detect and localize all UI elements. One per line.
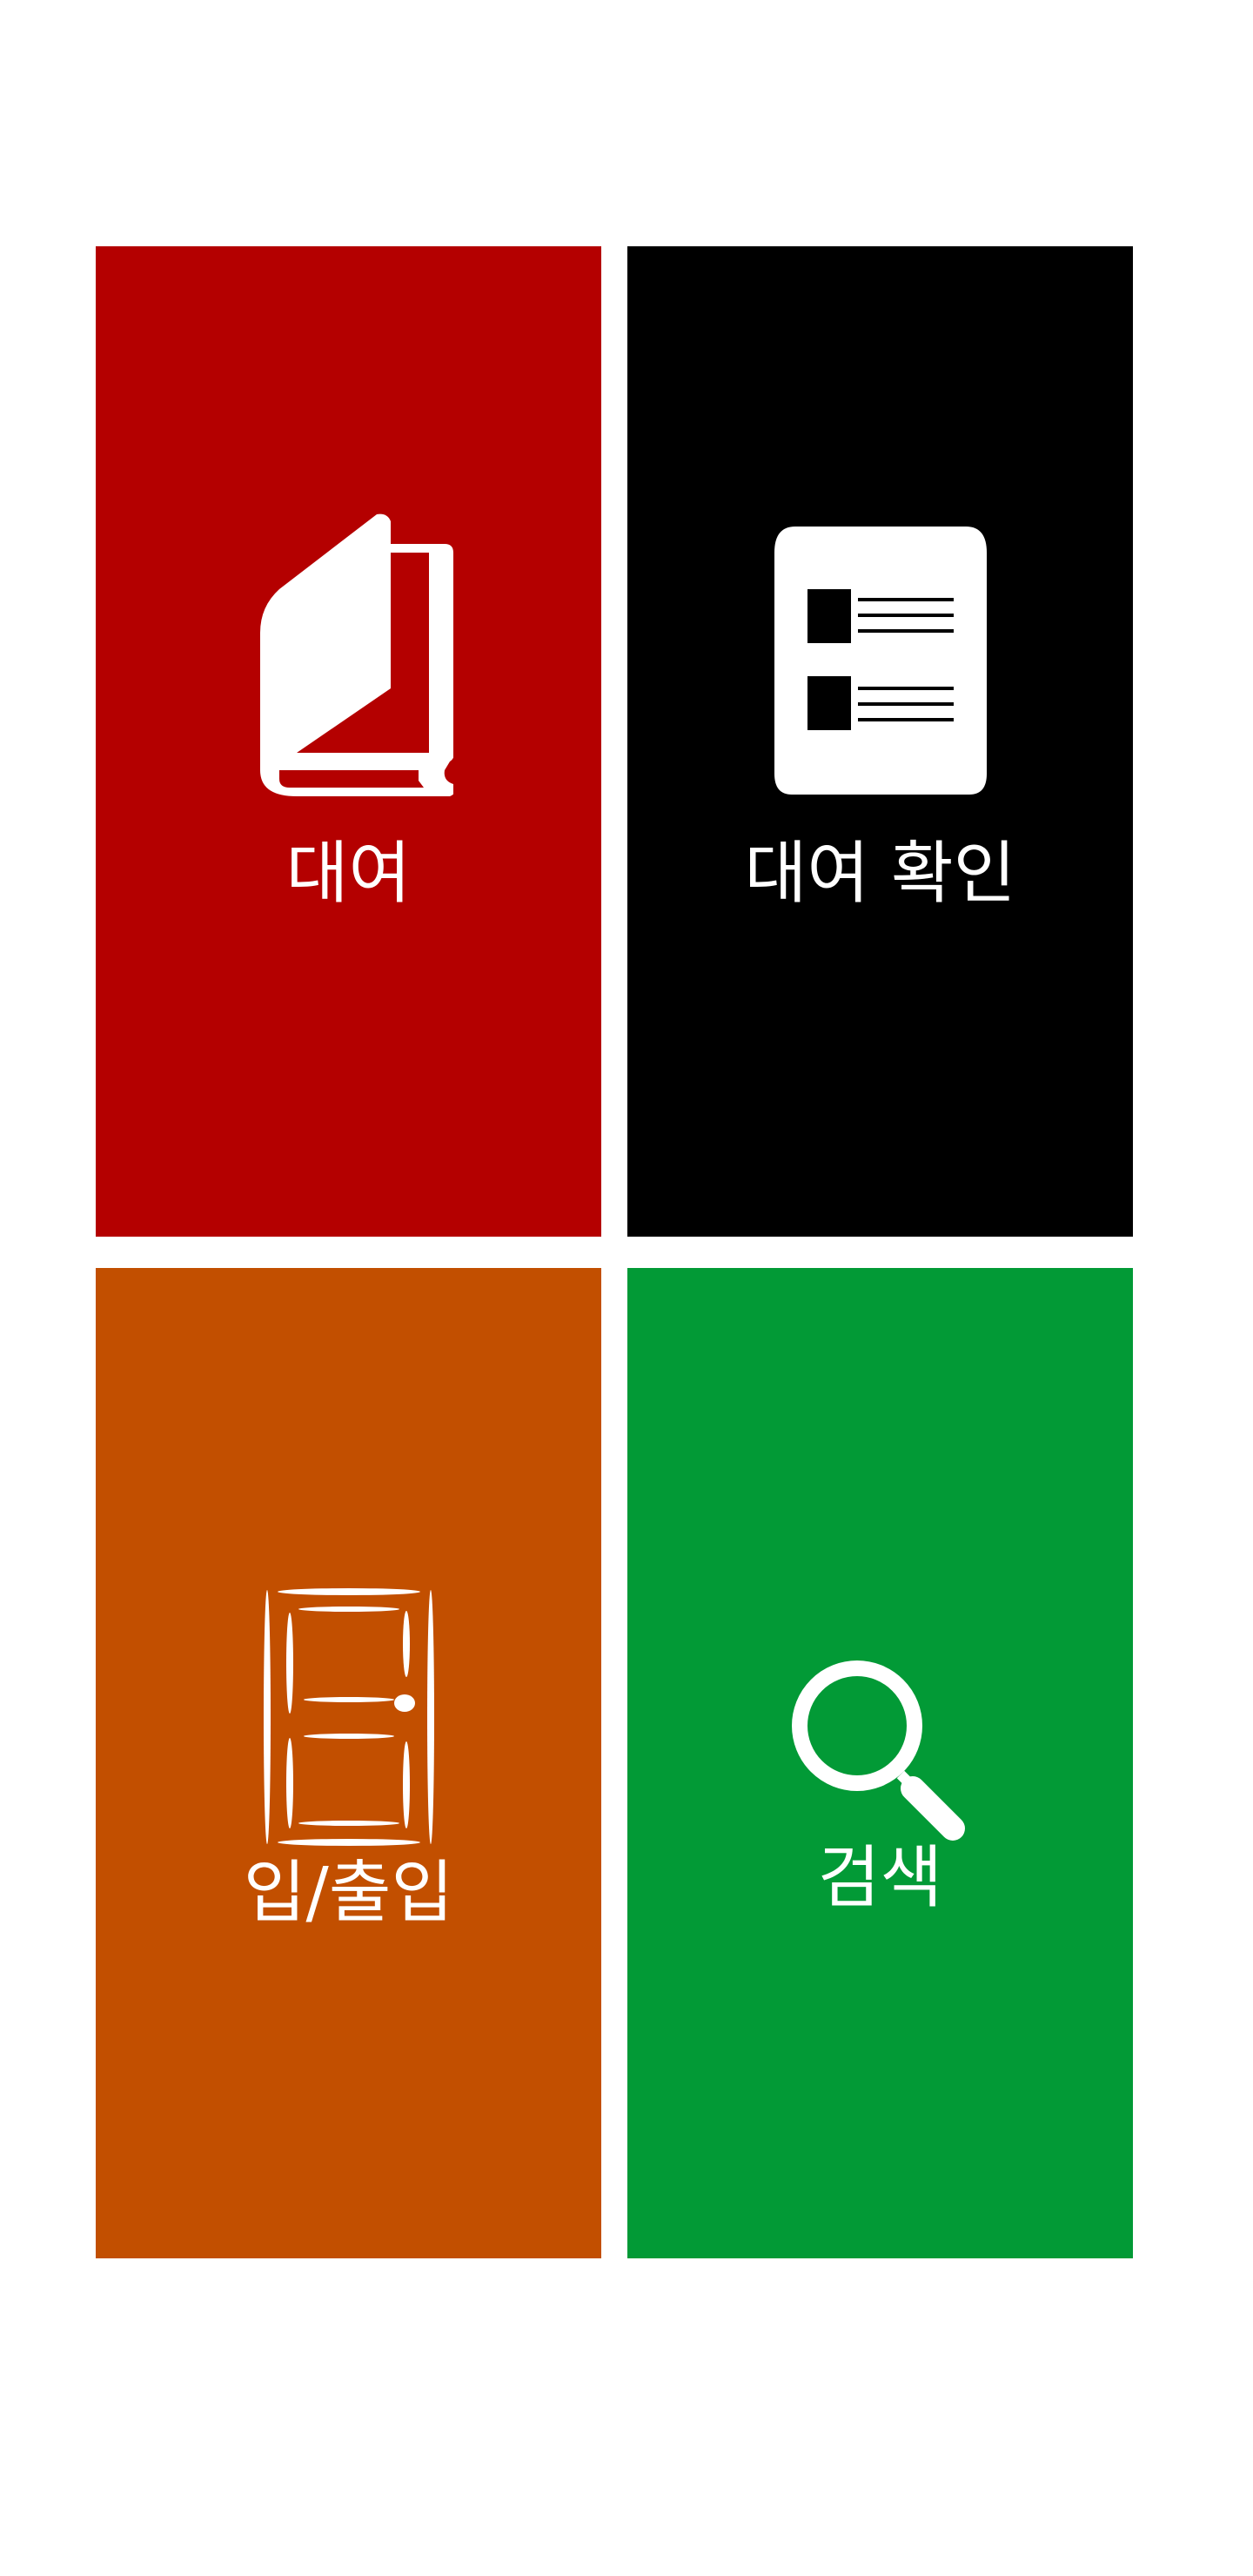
- entry-exit-tile[interactable]: 입/출입: [96, 1268, 601, 2258]
- check-rental-label: 대여 확인: [744, 835, 1016, 913]
- document-list-icon: [627, 527, 1133, 795]
- door-icon: [96, 1588, 601, 1846]
- rent-label: 대여: [285, 835, 412, 913]
- search-label: 검색: [817, 1839, 943, 1917]
- book-icon: [96, 509, 601, 805]
- magnifier-icon: [627, 1658, 1133, 1841]
- check-rental-tile[interactable]: 대여 확인: [627, 246, 1133, 1237]
- rent-tile[interactable]: 대여: [96, 246, 601, 1237]
- entry-exit-label: 입/출입: [243, 1854, 454, 1932]
- search-tile[interactable]: 검색: [627, 1268, 1133, 2258]
